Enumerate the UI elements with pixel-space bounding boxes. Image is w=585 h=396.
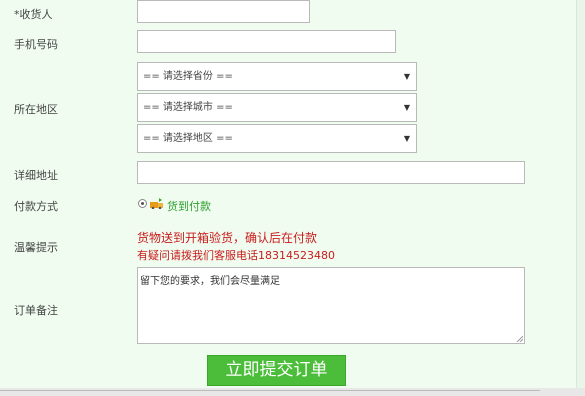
- submit-order-button[interactable]: 立即提交订单: [207, 355, 346, 386]
- region-label: 所在地区: [14, 103, 58, 116]
- tip-line-1: 货物送到开箱验货，确认后在付款: [137, 231, 318, 245]
- payment-option-label[interactable]: 货到付款: [167, 198, 211, 214]
- dropdown-arrow-icon: ▼: [403, 103, 410, 112]
- phone-input[interactable]: [137, 30, 396, 53]
- remark-text: 留下您的要求，我们会尽量满足: [140, 276, 280, 287]
- address-input[interactable]: [137, 161, 525, 184]
- city-select[interactable]: == 请选择城市 == ▼: [137, 93, 417, 122]
- phone-label: 手机号码: [14, 38, 58, 51]
- bottom-divider: [0, 390, 540, 391]
- tip-line-2: 有疑问请拨我们客服电话18314523480: [137, 249, 335, 262]
- dropdown-arrow-icon: ▼: [403, 72, 410, 81]
- payment-radio[interactable]: [138, 199, 147, 208]
- city-select-value: == 请选择城市 ==: [143, 102, 233, 113]
- remark-label: 订单备注: [14, 304, 58, 317]
- cod-icon: [150, 198, 163, 209]
- receiver-label: *收货人: [14, 8, 53, 21]
- district-select-value: == 请选择地区 ==: [143, 133, 233, 144]
- district-select[interactable]: == 请选择地区 == ▼: [137, 124, 417, 153]
- receiver-input[interactable]: [137, 0, 310, 23]
- remark-textarea[interactable]: 留下您的要求，我们会尽量满足: [137, 267, 525, 344]
- vertical-scrollbar[interactable]: [576, 0, 585, 396]
- province-select[interactable]: == 请选择省份 == ▼: [137, 62, 417, 91]
- address-label: 详细地址: [14, 169, 58, 182]
- resize-handle-icon[interactable]: [516, 335, 523, 342]
- payment-label: 付款方式: [14, 200, 58, 213]
- dropdown-arrow-icon: ▼: [403, 134, 410, 143]
- province-select-value: == 请选择省份 ==: [143, 71, 233, 82]
- tips-label: 温馨提示: [14, 241, 58, 254]
